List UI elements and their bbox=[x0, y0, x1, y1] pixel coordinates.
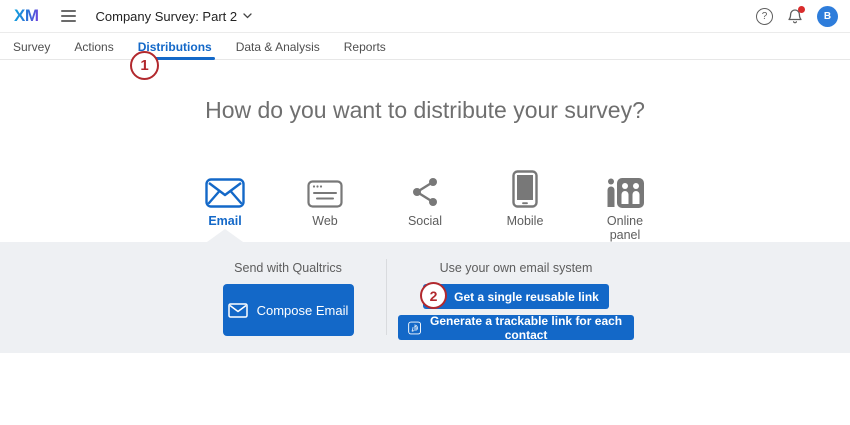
section-divider bbox=[386, 259, 387, 335]
envelope-icon bbox=[228, 303, 248, 318]
selected-channel-pointer bbox=[207, 229, 243, 242]
project-nav-tabs: Survey Actions Distributions Data & Anal… bbox=[0, 34, 850, 60]
qualtrics-distributions-page: XM Company Survey: Part 2 ? B Survey bbox=[0, 0, 850, 425]
chevron-down-icon bbox=[243, 13, 252, 19]
tab-reports[interactable]: Reports bbox=[344, 34, 386, 59]
send-with-qualtrics-label: Send with Qualtrics bbox=[190, 261, 386, 275]
help-icon[interactable]: ? bbox=[756, 8, 773, 25]
notification-dot bbox=[798, 6, 805, 13]
single-reusable-link-label: Get a single reusable link bbox=[454, 290, 599, 304]
trackable-link-label: Generate a trackable link for each conta… bbox=[428, 314, 624, 342]
web-icon bbox=[307, 166, 343, 208]
xm-logo[interactable]: XM bbox=[14, 6, 39, 26]
email-icon bbox=[205, 166, 245, 208]
tab-actions[interactable]: Actions bbox=[74, 34, 113, 59]
own-email-system-label: Use your own email system bbox=[398, 261, 634, 275]
channel-mobile[interactable]: Mobile bbox=[483, 166, 567, 243]
hamburger-menu-icon[interactable] bbox=[61, 10, 76, 22]
channel-mobile-label: Mobile bbox=[507, 215, 544, 229]
social-share-icon bbox=[409, 166, 441, 208]
online-panel-icon bbox=[606, 166, 644, 208]
top-bar-right: ? B bbox=[756, 6, 838, 27]
annotation-step-2: 2 bbox=[420, 282, 447, 309]
annotation-step-1: 1 bbox=[130, 51, 159, 80]
survey-title-label: Company Survey: Part 2 bbox=[96, 9, 238, 24]
channel-online-panel-label: Online panel bbox=[599, 215, 651, 243]
channel-web[interactable]: Web bbox=[283, 166, 367, 243]
mobile-icon bbox=[512, 166, 538, 208]
distribution-channels: Email Web Soci bbox=[0, 166, 850, 243]
send-with-qualtrics-section: Send with Qualtrics Compose Email bbox=[190, 242, 386, 336]
channel-social-label: Social bbox=[408, 215, 442, 229]
user-avatar[interactable]: B bbox=[817, 6, 838, 27]
channel-web-label: Web bbox=[312, 215, 337, 229]
notifications-bell-icon[interactable] bbox=[787, 8, 803, 25]
single-reusable-link-button[interactable]: Get a single reusable link bbox=[423, 284, 609, 309]
page-title: How do you want to distribute your surve… bbox=[0, 97, 850, 124]
channel-email-label: Email bbox=[208, 215, 241, 229]
tab-data-analysis[interactable]: Data & Analysis bbox=[236, 34, 320, 59]
tab-survey[interactable]: Survey bbox=[13, 34, 50, 59]
fingerprint-icon bbox=[408, 320, 421, 336]
compose-email-label: Compose Email bbox=[257, 303, 349, 318]
survey-title-dropdown[interactable]: Company Survey: Part 2 bbox=[96, 9, 253, 24]
top-bar-left: XM Company Survey: Part 2 bbox=[14, 6, 252, 26]
trackable-link-button[interactable]: Generate a trackable link for each conta… bbox=[398, 315, 634, 340]
channel-social[interactable]: Social bbox=[383, 166, 467, 243]
top-bar: XM Company Survey: Part 2 ? B bbox=[0, 0, 850, 33]
channel-online-panel[interactable]: Online panel bbox=[583, 166, 667, 243]
compose-email-button[interactable]: Compose Email bbox=[223, 284, 354, 336]
